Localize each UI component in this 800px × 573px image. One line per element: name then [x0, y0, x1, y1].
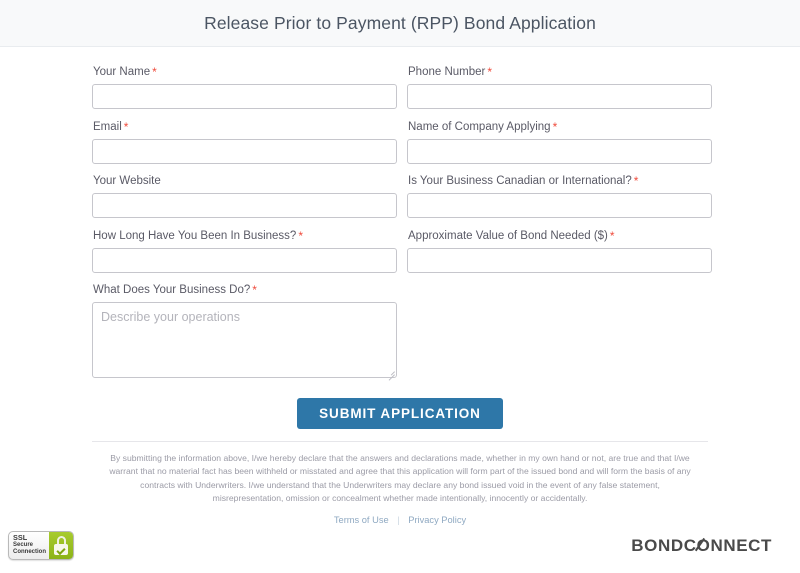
label-business-origin: Is Your Business Canadian or Internation… — [408, 174, 712, 188]
label-text-bond-value: Approximate Value of Bond Needed ($) — [408, 229, 608, 242]
required-marker-phone-number: * — [487, 65, 493, 79]
padlock-icon — [49, 532, 73, 559]
required-marker-bond-value: * — [609, 228, 615, 243]
input-company-name[interactable] — [407, 138, 712, 164]
textarea-business-description[interactable] — [92, 302, 397, 378]
business-description-wrapper — [92, 302, 397, 381]
label-text-years-in-business: How Long Have You Been In Business? — [93, 229, 297, 242]
label-text-business-description: What Does Your Business Do? — [93, 284, 251, 296]
label-text-email: Email — [93, 120, 122, 133]
required-marker-years-in-business: * — [298, 228, 303, 243]
field-website: Your Website — [92, 174, 397, 218]
label-website: Your Website — [93, 174, 397, 188]
legal-links: Terms of Use | Privacy Policy — [92, 515, 708, 525]
label-text-phone-number: Phone Number — [408, 66, 486, 78]
label-years-in-business: How Long Have You Been In Business? * — [93, 229, 397, 243]
ssl-badge-text: SSL Secure Connection — [9, 532, 49, 559]
field-bond-value: Approximate Value of Bond Needed ($) * — [407, 229, 712, 273]
input-years-in-business[interactable] — [92, 247, 397, 273]
input-website[interactable] — [92, 193, 397, 218]
ssl-secure-connection-badge: SSL Secure Connection — [8, 531, 74, 560]
field-years-in-business: How Long Have You Been In Business? * — [92, 229, 397, 273]
field-business-origin: Is Your Business Canadian or Internation… — [407, 174, 712, 218]
page-header: Release Prior to Payment (RPP) Bond Appl… — [0, 0, 800, 47]
label-business-description: What Does Your Business Do? * — [93, 283, 397, 297]
ssl-badge-line-3: Connection — [13, 549, 46, 556]
label-text-website: Your Website — [93, 175, 161, 187]
required-marker-email: * — [123, 119, 129, 134]
bond-application-form: Your Name* Phone Number* Email* Name — [92, 65, 712, 389]
padlock-shackle-icon — [56, 536, 66, 544]
field-company-name: Name of Company Applying * — [407, 120, 712, 164]
label-company-name: Name of Company Applying * — [408, 120, 712, 134]
required-marker-business-origin: * — [633, 174, 639, 188]
application-page: Release Prior to Payment (RPP) Bond Appl… — [0, 0, 800, 573]
input-your-name[interactable] — [92, 84, 397, 109]
brand-text-part-1: BONDC — [631, 535, 697, 555]
input-phone-number[interactable] — [407, 84, 712, 109]
page-title: Release Prior to Payment (RPP) Bond Appl… — [204, 12, 596, 33]
privacy-policy-link[interactable]: Privacy Policy — [408, 515, 466, 525]
field-your-name: Your Name * — [92, 65, 397, 109]
bondconnect-logo: BONDC O NNECT — [631, 536, 792, 556]
label-your-name: Your Name * — [93, 65, 397, 79]
label-bond-value: Approximate Value of Bond Needed ($) * — [408, 229, 712, 243]
label-text-company-name: Name of Company Applying — [408, 120, 551, 133]
required-marker-company-name: * — [552, 119, 558, 134]
label-text-your-name: Your Name — [93, 66, 151, 78]
submit-application-button[interactable]: SUBMIT APPLICATION — [297, 397, 503, 429]
form-area: Your Name* Phone Number* Email* Name — [0, 47, 800, 525]
terms-of-use-link[interactable]: Terms of Use — [334, 515, 389, 525]
link-separator: | — [397, 514, 400, 525]
label-phone-number: Phone Number * — [408, 65, 712, 79]
required-marker-your-name: * — [152, 65, 157, 79]
submit-row: SUBMIT APPLICATION — [92, 397, 708, 429]
input-business-origin[interactable] — [407, 193, 712, 218]
ssl-badge-line-2: Secure — [13, 541, 34, 548]
required-marker-business-description: * — [252, 283, 257, 297]
field-phone-number: Phone Number * — [407, 65, 712, 109]
field-email: Email * — [92, 120, 397, 164]
label-text-business-origin: Is Your Business Canadian or Internation… — [408, 175, 632, 187]
brand-o-mark-icon: O — [694, 536, 711, 556]
label-email: Email * — [93, 120, 397, 134]
page-footer: SSL Secure Connection BONDC O NNECT — [0, 524, 800, 573]
field-business-description: What Does Your Business Do? * — [92, 283, 397, 381]
brand-text-part-3: NNECT — [710, 535, 772, 555]
input-bond-value[interactable] — [407, 247, 712, 273]
disclaimer-text: By submitting the information above, I/w… — [109, 452, 691, 504]
input-email[interactable] — [92, 138, 397, 164]
